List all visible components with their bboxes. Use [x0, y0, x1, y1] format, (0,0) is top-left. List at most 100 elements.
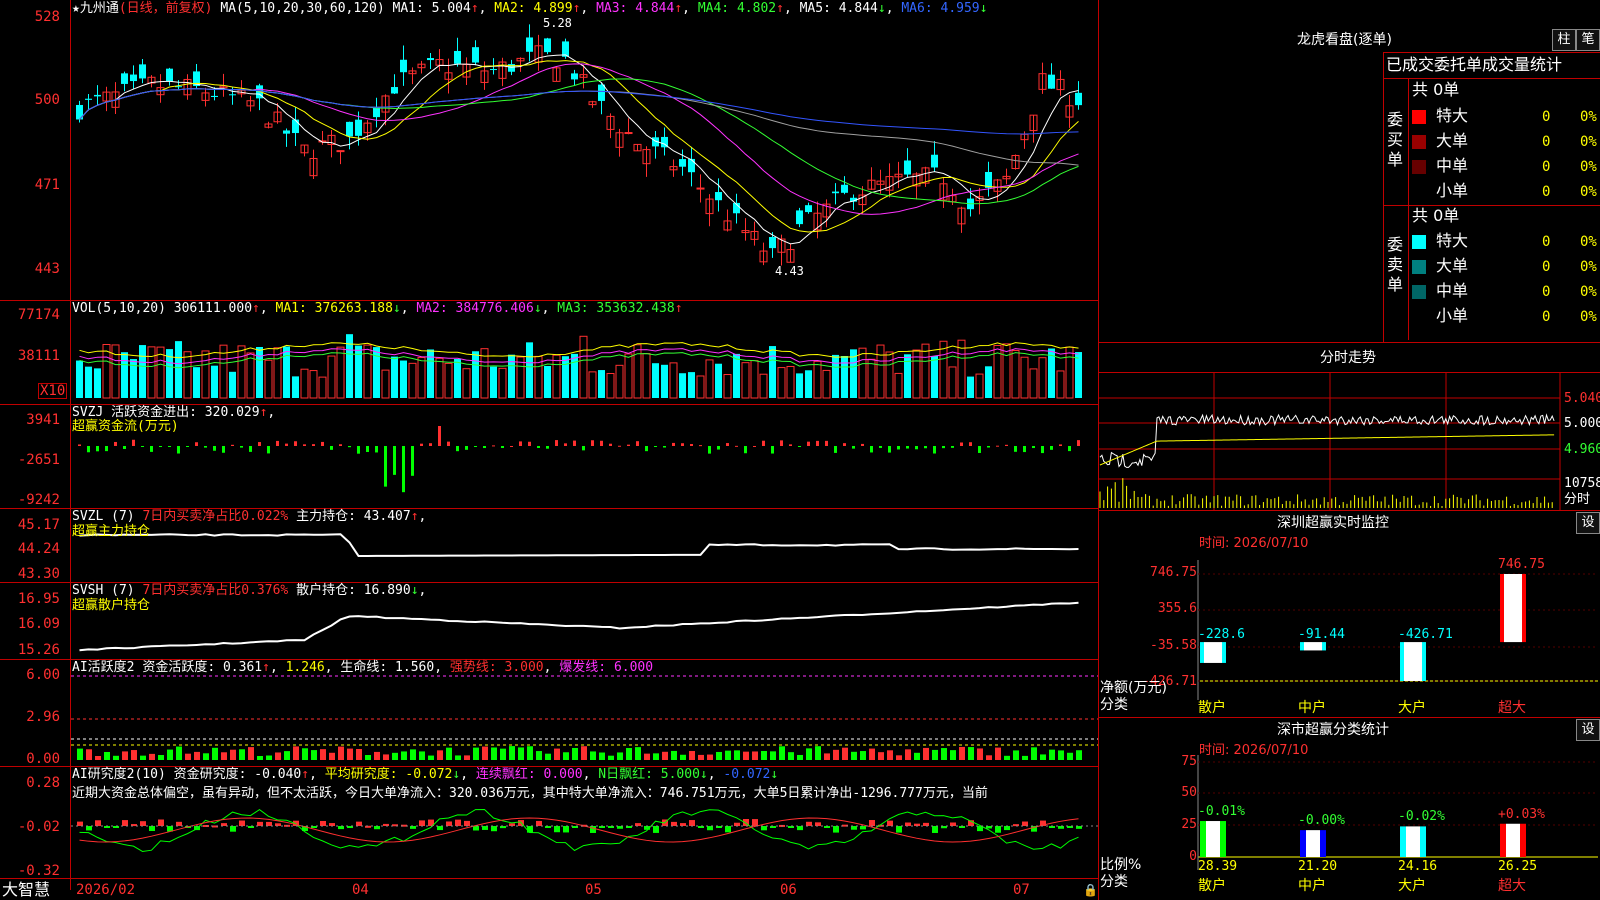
activity-bar [1013, 750, 1019, 760]
research-bar [563, 826, 569, 833]
category-label: 大户 [1398, 700, 1426, 716]
category-label: 超大 [1498, 878, 1526, 894]
volume-bar [948, 366, 957, 399]
svzj-header: SVZJ 活跃资金进出: 320.029↑, [72, 405, 276, 420]
price-tick: 443 [34, 261, 60, 277]
candle-body [931, 154, 938, 168]
activity-bar [275, 752, 281, 760]
row-percent: 0% [1580, 109, 1597, 125]
volume-bar [147, 346, 156, 399]
tick-view-button[interactable]: 笔 [1576, 29, 1600, 51]
row-percent: 0% [1580, 184, 1597, 200]
research-bar [851, 826, 857, 830]
chart-canvas[interactable] [0, 0, 1600, 900]
bar-value-label: 28.39 [1198, 859, 1238, 874]
legend-swatch [1412, 160, 1426, 174]
flow-bar [312, 444, 315, 446]
flow-bar [1059, 444, 1062, 446]
bar-edge [1520, 823, 1526, 857]
x-tick: 04 [352, 882, 369, 898]
research-bar [590, 826, 596, 833]
activity-bar [158, 755, 164, 760]
flow-bar [1050, 446, 1053, 450]
activity-bar [644, 753, 650, 760]
buy-row: 小单 0 0% [1410, 181, 1600, 203]
research-bar [653, 826, 659, 833]
activity-bar [527, 746, 533, 760]
activity-bar [608, 755, 614, 760]
bar-value-label: 21.20 [1298, 859, 1338, 874]
flow-bar [222, 446, 225, 453]
activity-bar [626, 748, 632, 760]
activity-bar [284, 751, 290, 760]
sz-stats-settings-button[interactable]: 设 [1576, 719, 1600, 741]
candle-body [1075, 92, 1082, 106]
research-bar [239, 820, 245, 826]
volume-bar [921, 343, 930, 399]
volume-bar [688, 372, 695, 398]
flow-bar [177, 446, 180, 454]
ma2-value: MA2: 4.899 [494, 1, 573, 16]
flow-bar [969, 442, 972, 446]
activity-bar [356, 748, 362, 760]
ma1-value: MA1: 5.004 [392, 1, 471, 16]
activity-bar [383, 754, 389, 760]
sz-monitor-settings-button[interactable]: 设 [1576, 512, 1600, 534]
app-logo[interactable]: 大智慧 [2, 882, 50, 898]
volume-bar [246, 352, 255, 399]
volume-bar [211, 365, 218, 398]
research-bar [833, 826, 839, 833]
candle-body [391, 87, 398, 94]
flow-bar [456, 446, 459, 452]
research-bar [815, 822, 821, 826]
bar-view-button[interactable]: 柱 [1552, 29, 1576, 51]
chart-mode[interactable]: (日线，前复权) [119, 1, 213, 16]
flow-bar [555, 440, 558, 446]
svzl-tick: 45.17 [17, 517, 60, 533]
sz-monitor-tick: 355.6 [1157, 601, 1197, 616]
buy-side-label: 委买单 [1387, 110, 1404, 169]
volume-bar [435, 357, 444, 399]
bar-edge [1322, 642, 1326, 651]
flow-bar [375, 446, 378, 453]
volume-bar [544, 365, 551, 398]
sz-stats-tick: 50 [1181, 785, 1197, 800]
row-label: 特大 [1436, 106, 1469, 125]
ma-line [79, 60, 1079, 233]
activity-bar [1004, 755, 1010, 760]
research-bar [473, 826, 479, 831]
activity-bar [752, 751, 758, 760]
flow-bar [897, 446, 900, 450]
volume-bar [606, 373, 615, 399]
favorite-star-icon[interactable]: ★ [72, 1, 80, 16]
flow-bar [519, 441, 522, 446]
activity-bar [959, 746, 965, 760]
activity-bar [761, 751, 767, 760]
volume-bar [876, 344, 885, 399]
activity-bar [455, 755, 461, 760]
intraday-title: 分时走势 [1320, 350, 1376, 366]
volume-bar [679, 373, 686, 398]
candle-body [985, 171, 992, 188]
volume-bar [102, 344, 111, 399]
volume-bar [957, 339, 966, 399]
activity-bar [545, 753, 551, 760]
volume-bar [750, 360, 759, 399]
research-bar [158, 819, 164, 826]
flow-bar [213, 446, 216, 451]
activity-bar [599, 752, 605, 760]
bar-value-label: 746.75 [1498, 557, 1545, 572]
activity-bar [842, 747, 848, 760]
activity-bar [365, 755, 371, 760]
activity-bar [1031, 747, 1037, 760]
flow-bar [159, 446, 162, 448]
research-bar [995, 826, 1001, 833]
volume-bar [985, 366, 992, 398]
research-bar [149, 826, 155, 831]
lock-icon[interactable]: 🔒 [1083, 884, 1098, 896]
sz-stats-tick: 75 [1181, 754, 1197, 769]
flow-bar [888, 446, 891, 453]
flow-bar [933, 446, 936, 454]
activity-bar [293, 746, 299, 760]
activity-bar [770, 751, 776, 760]
